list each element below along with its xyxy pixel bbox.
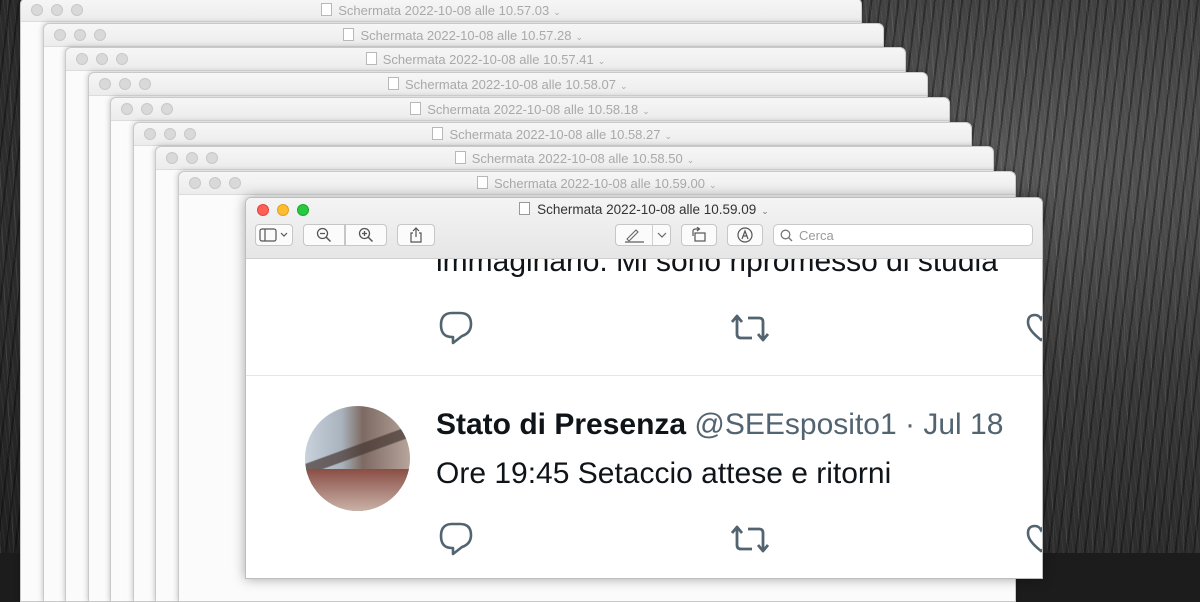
document-icon	[321, 3, 332, 16]
window-titlebar: Schermata 2022-10-08 alle 10.57.28⌄	[44, 24, 884, 47]
chevron-down-icon: ⌄	[598, 56, 606, 66]
search-field[interactable]	[773, 224, 1033, 246]
chevron-down-icon: ⌄	[642, 106, 650, 116]
chevron-down-icon	[657, 231, 667, 239]
reply-icon[interactable]	[438, 311, 474, 345]
annotate-button[interactable]	[727, 224, 763, 246]
window-titlebar: Schermata 2022-10-08 alle 10.58.18⌄	[111, 98, 949, 121]
window-titlebar: Schermata 2022-10-08 alle 10.58.50⌄	[156, 147, 993, 170]
window-title[interactable]: Schermata 2022-10-08 alle 10.58.50⌄	[156, 151, 993, 166]
window-titlebar: Schermata 2022-10-08 alle 10.57.03⌄	[21, 0, 861, 22]
tweet-text: Ore 19:45 Setaccio attese e ritorni	[436, 457, 891, 491]
window-title[interactable]: Schermata 2022-10-08 alle 10.58.18⌄	[111, 102, 949, 117]
sidebar-button[interactable]	[255, 224, 293, 246]
window-titlebar: Schermata 2022-10-08 alle 10.59.00⌄	[179, 172, 1016, 195]
window-titlebar: Schermata 2022-10-08 alle 10.58.27⌄	[134, 123, 972, 146]
document-icon	[432, 127, 443, 140]
share-button[interactable]	[397, 224, 435, 246]
zoom-out-button[interactable]	[303, 224, 345, 246]
window-title[interactable]: Schermata 2022-10-08 alle 10.59.09⌄	[246, 202, 1042, 217]
document-content[interactable]: immaginario. Mi sono ripromesso di studi…	[246, 259, 1042, 578]
search-icon	[780, 229, 793, 242]
zoom-in-button[interactable]	[345, 224, 387, 246]
share-icon	[409, 227, 423, 243]
search-input[interactable]	[797, 227, 1021, 244]
retweet-icon[interactable]	[728, 524, 772, 554]
rotate-button[interactable]	[681, 224, 717, 246]
document-icon	[388, 77, 399, 90]
tweet-date[interactable]: Jul 18	[923, 408, 1003, 441]
like-icon[interactable]	[1026, 524, 1042, 554]
previous-tweet-text: immaginario. Mi sono ripromesso di studi…	[436, 259, 998, 279]
user-handle[interactable]: @SEEsposito1	[694, 408, 896, 441]
window-title[interactable]: Schermata 2022-10-08 alle 10.57.28⌄	[44, 28, 884, 43]
window-title[interactable]: Schermata 2022-10-08 alle 10.57.03⌄	[21, 3, 861, 18]
document-icon	[366, 52, 377, 65]
tweet-header: Stato di Presenza @SEEsposito1 · Jul 18	[436, 408, 1003, 442]
chevron-down-icon: ⌄	[665, 131, 673, 141]
chevron-down-icon: ⌄	[576, 32, 584, 42]
zoom-in-icon	[358, 227, 374, 243]
annotate-icon	[737, 227, 753, 243]
document-icon	[455, 151, 466, 164]
window-titlebar: Schermata 2022-10-08 alle 10.58.07⌄	[89, 73, 928, 96]
chevron-down-icon: ⌄	[553, 7, 561, 17]
user-name[interactable]: Stato di Presenza	[436, 408, 686, 441]
markup-pen-icon	[624, 227, 646, 243]
chevron-down-icon: ⌄	[687, 155, 695, 165]
tweet-divider	[246, 375, 1042, 376]
separator-dot: ·	[905, 408, 915, 441]
like-icon[interactable]	[1026, 313, 1042, 343]
split-divider	[652, 225, 653, 245]
document-icon	[477, 176, 488, 189]
window-toolbar: Schermata 2022-10-08 alle 10.59.09⌄	[246, 198, 1042, 259]
document-icon	[410, 102, 421, 115]
retweet-icon[interactable]	[728, 313, 772, 343]
document-icon	[519, 202, 530, 215]
chevron-down-icon: ⌄	[761, 206, 769, 216]
document-icon	[343, 28, 354, 41]
zoom-out-icon	[316, 227, 332, 243]
window-title[interactable]: Schermata 2022-10-08 alle 10.58.27⌄	[134, 127, 972, 142]
reply-icon[interactable]	[438, 522, 474, 556]
avatar[interactable]	[305, 406, 410, 511]
rotate-icon	[690, 227, 708, 243]
window-title[interactable]: Schermata 2022-10-08 alle 10.58.07⌄	[89, 77, 928, 92]
chevron-down-icon: ⌄	[620, 81, 628, 91]
preview-window[interactable]: Schermata 2022-10-08 alle 10.59.09⌄	[245, 197, 1043, 579]
window-titlebar: Schermata 2022-10-08 alle 10.57.41⌄	[66, 48, 905, 71]
markup-button[interactable]	[615, 224, 671, 246]
chevron-down-icon: ⌄	[709, 180, 717, 190]
window-title[interactable]: Schermata 2022-10-08 alle 10.59.00⌄	[179, 176, 1016, 191]
window-title[interactable]: Schermata 2022-10-08 alle 10.57.41⌄	[66, 52, 905, 67]
sidebar-icon	[259, 228, 289, 242]
